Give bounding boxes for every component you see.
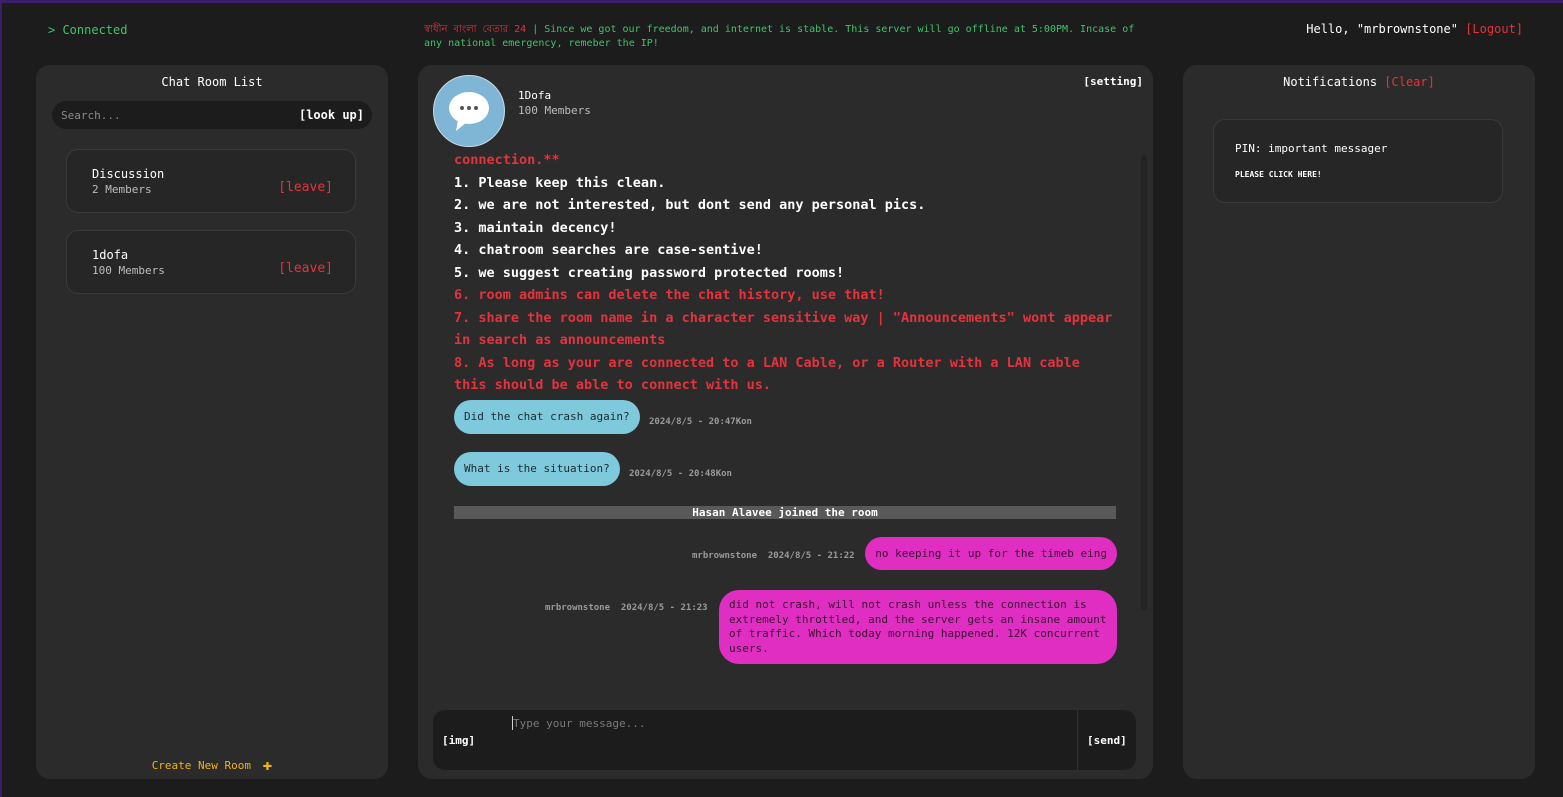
notification-title: PIN: important messager	[1235, 142, 1388, 155]
rule-line: 8. As long as your are connected to a LA…	[454, 354, 1080, 394]
leave-room-button[interactable]: [leave]	[278, 261, 333, 276]
logout-link[interactable]: [Logout]	[1465, 22, 1523, 36]
notification-action[interactable]: PLEASE CLICK HERE!	[1235, 170, 1322, 179]
message-timestamp: 2024/8/5 - 20:48Kon	[629, 469, 732, 479]
room-members: 2 Members	[92, 183, 152, 196]
room-title: 1Dofa	[518, 89, 552, 102]
message-timestamp: 2024/8/5 - 20:47Kon	[649, 417, 752, 427]
rule-line: 3. maintain decency!	[454, 219, 617, 236]
notifications-header: Notifications [Clear]	[1183, 75, 1535, 89]
room-item-1dofa[interactable]: 1dofa 100 Members [leave]	[66, 230, 356, 294]
message-composer: [img] Type your message... [send]	[433, 710, 1136, 770]
incoming-message[interactable]: Did the chat crash again?	[454, 400, 640, 434]
connection-status: > Connected	[48, 23, 128, 37]
system-join-notice: Hasan Alavee joined the room	[454, 506, 1116, 519]
room-name: Discussion	[92, 167, 165, 181]
rule-line: connection.**	[454, 152, 560, 168]
message-meta: mrbrownstone 2024/8/5 - 21:22	[692, 551, 855, 561]
chat-panel: 1Dofa 100 Members [setting] connection.*…	[418, 65, 1153, 779]
announcement-source: স্বাধীন বাংলা বেতার 24	[424, 24, 527, 35]
rule-line: 5. we suggest creating password protecte…	[454, 264, 845, 281]
message-author: mrbrownstone	[545, 603, 611, 613]
outgoing-message[interactable]: did not crash, will not crash unless the…	[719, 590, 1117, 664]
room-settings-button[interactable]: [setting]	[1083, 75, 1143, 88]
room-item-discussion[interactable]: Discussion 2 Members [leave]	[66, 149, 356, 213]
message-feed[interactable]: connection.** 1. Please keep this clean. 2…	[418, 147, 1153, 687]
room-avatar	[433, 75, 505, 147]
rule-line: 6. room admins can delete the chat histo…	[454, 287, 885, 303]
message-placeholder: Type your message...	[513, 717, 646, 730]
room-rules: connection.** 1. Please keep this clean. 2…	[454, 149, 1114, 397]
attach-image-button[interactable]: [img]	[442, 734, 475, 747]
room-search-input[interactable]: Search... [look up]	[52, 101, 372, 129]
search-placeholder: Search...	[61, 109, 121, 122]
room-name: 1dofa	[92, 248, 129, 262]
rule-line: 7. share the room name in a character se…	[454, 309, 1113, 349]
room-member-count: 100 Members	[518, 104, 591, 117]
room-members: 100 Members	[92, 264, 165, 277]
rule-line: 4. chatroom searches are case-sentive!	[454, 242, 763, 258]
panel-title: Notifications	[1283, 75, 1378, 89]
chat-bubble-icon	[449, 92, 489, 131]
send-button[interactable]: [send]	[1077, 710, 1136, 770]
notifications-panel: Notifications [Clear] PIN: important mes…	[1183, 65, 1535, 779]
panel-title: Chat Room List	[161, 75, 263, 89]
leave-room-button[interactable]: [leave]	[278, 180, 333, 195]
message-timestamp: 2024/8/5 - 21:23	[620, 603, 708, 613]
plus-icon: ✚	[253, 755, 273, 774]
top-bar: > Connected স্বাধীন বাংলা বেতার 24 | Sin…	[2, 3, 1563, 63]
rule-line: 2. we are not interested, but dont send …	[454, 197, 926, 213]
message-timestamp: 2024/8/5 - 21:22	[767, 551, 855, 561]
greeting-text: Hello, "mrbrownstone"	[1306, 22, 1458, 36]
message-meta: mrbrownstone 2024/8/5 - 21:23	[545, 603, 708, 613]
look-up-button[interactable]: [look up]	[299, 108, 364, 122]
send-label: [send]	[1087, 734, 1127, 747]
clear-notifications-button[interactable]: [Clear]	[1384, 75, 1435, 89]
announcement-text: | Since we got our freedom, and internet…	[424, 24, 1135, 49]
user-greeting: Hello, "mrbrownstone" [Logout]	[1306, 22, 1523, 36]
incoming-message[interactable]: What is the situation?	[454, 452, 620, 486]
rule-line: 1. Please keep this clean.	[454, 174, 666, 191]
notification-item[interactable]: PIN: important messager PLEASE CLICK HER…	[1213, 119, 1503, 203]
server-announcement: স্বাধীন বাংলা বেতার 24 | Since we got ou…	[424, 23, 1144, 51]
feed-scrollbar[interactable]	[1141, 155, 1147, 610]
create-room-button[interactable]: Create New Room ✚	[36, 755, 388, 774]
chat-room-list-panel: Chat Room List Search... [look up] Discu…	[36, 65, 388, 779]
create-room-label: Create New Room	[151, 759, 252, 772]
outgoing-message[interactable]: no keeping it up for the timeb eing	[865, 537, 1117, 570]
message-author: mrbrownstone	[692, 551, 758, 561]
message-input[interactable]: Type your message...	[512, 712, 1079, 768]
